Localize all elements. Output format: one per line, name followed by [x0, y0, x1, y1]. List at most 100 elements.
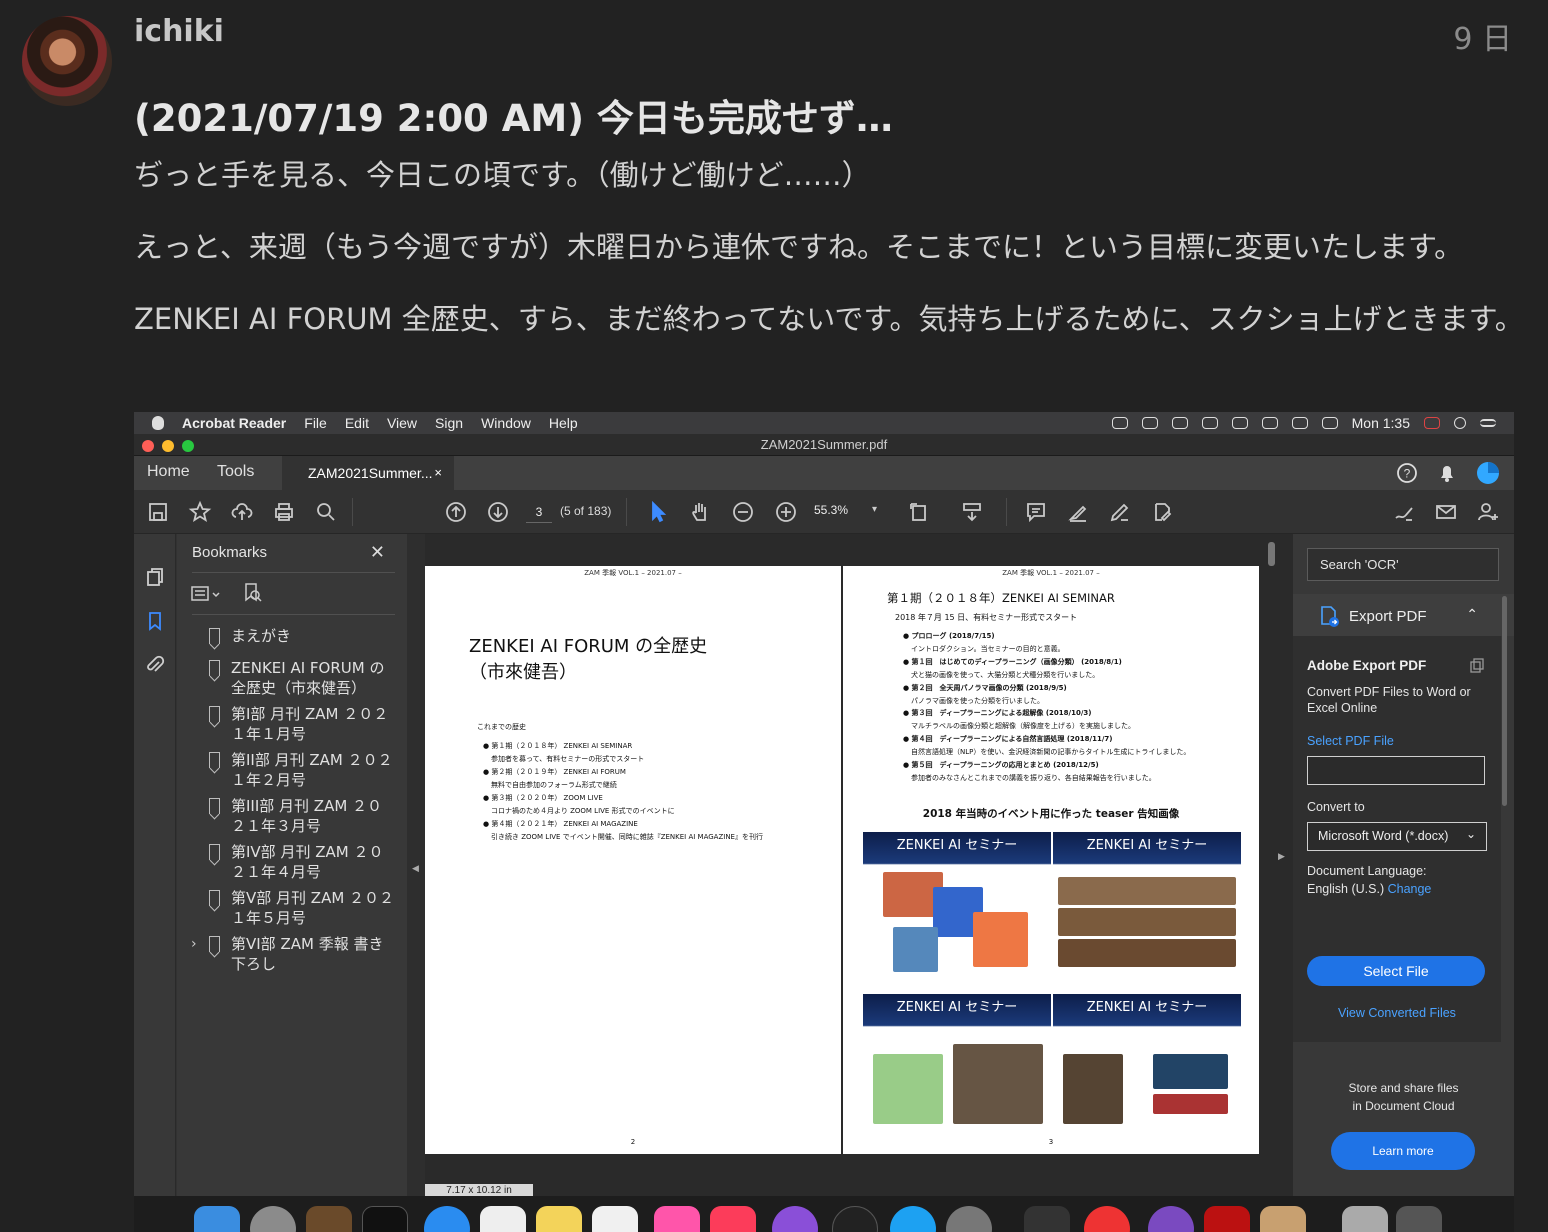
collapse-chevron-icon[interactable]: ⌃ [1466, 606, 1478, 623]
bookmark-item[interactable]: 第II部 月刊 ZAM ２０２１年２月号 [191, 750, 397, 790]
copy-icon[interactable] [1469, 658, 1485, 674]
document-scrollbar[interactable] [1268, 542, 1275, 566]
change-language-link[interactable]: Change [1388, 882, 1432, 896]
xcode-icon[interactable] [1024, 1206, 1070, 1232]
preview-icon[interactable] [1260, 1206, 1306, 1232]
notification-bell-icon[interactable] [1436, 462, 1458, 484]
embedded-screenshot[interactable]: Acrobat Reader File Edit View Sign Windo… [134, 412, 1514, 1232]
save-icon[interactable] [146, 500, 170, 524]
add-user-icon[interactable] [1476, 500, 1500, 524]
menu-view[interactable]: View [387, 415, 417, 431]
email-icon[interactable] [1434, 500, 1458, 524]
tools-pane-scrollbar[interactable] [1501, 594, 1509, 1042]
page-fit-icon[interactable] [908, 500, 932, 524]
tab-tools[interactable]: Tools [217, 463, 254, 481]
bluetooth-icon[interactable] [1201, 417, 1218, 429]
tab-document[interactable]: ZAM2021Summer... × [282, 456, 454, 490]
share-edit-icon[interactable] [1150, 500, 1174, 524]
upload-cloud-icon[interactable] [230, 500, 254, 524]
export-pdf-header[interactable]: Export PDF ⌃ [1293, 594, 1514, 636]
trash-icon[interactable] [1396, 1206, 1442, 1232]
menubar-clock[interactable]: Mon 1:35 [1352, 415, 1410, 431]
menu-app-name[interactable]: Acrobat Reader [182, 415, 286, 431]
zoom-dropdown-chevron-icon[interactable]: ▾ [872, 504, 896, 528]
expand-right-icon[interactable]: ▶ [1278, 852, 1285, 862]
highlight-pen-icon[interactable] [1066, 500, 1090, 524]
tab-home[interactable]: Home [147, 463, 190, 481]
pdf-page-2[interactable]: ZAM 季報 VOL.1 – 2021.07 – ZENKEI AI FORUM… [425, 566, 841, 1154]
bookmarks-close-icon[interactable]: ✕ [370, 542, 385, 563]
music-icon[interactable] [710, 1206, 756, 1232]
time-machine-icon[interactable] [1171, 417, 1188, 429]
menu-file[interactable]: File [304, 415, 327, 431]
zoom-in-icon[interactable] [774, 500, 798, 524]
pdf-page-3[interactable]: ZAM 季報 VOL.1 – 2021.07 – 第１期（２０１８年）ZENKE… [843, 566, 1259, 1154]
page-thumbnails-icon[interactable] [144, 566, 166, 588]
reminders-icon[interactable] [592, 1206, 638, 1232]
next-page-icon[interactable] [486, 500, 510, 524]
apple-icon[interactable] [152, 416, 164, 430]
memory-icon[interactable] [1231, 417, 1248, 429]
terminal-icon[interactable] [362, 1206, 408, 1232]
bookmarks-panel-icon[interactable] [144, 610, 166, 632]
panel-collapse-handle[interactable]: ◀ [407, 534, 425, 1232]
view-converted-files-link[interactable]: View Converted Files [1293, 1006, 1501, 1020]
fill-sign-icon[interactable] [1108, 500, 1132, 524]
selected-file-field[interactable] [1307, 756, 1485, 785]
select-file-button[interactable]: Select File [1307, 956, 1485, 986]
cloud-sync-icon[interactable] [1141, 417, 1158, 429]
help-icon[interactable]: ? [1396, 462, 1418, 484]
find-zoom-icon[interactable] [314, 500, 338, 524]
menu-sign[interactable]: Sign [435, 415, 463, 431]
us-flag-icon[interactable] [1424, 417, 1440, 429]
podcasts-icon[interactable] [772, 1206, 818, 1232]
twitter-icon[interactable] [890, 1206, 936, 1232]
print-icon[interactable] [272, 500, 296, 524]
menu-edit[interactable]: Edit [345, 415, 369, 431]
bookmark-item[interactable]: ZENKEI AI FORUM の全歴史（市來健吾） [191, 658, 397, 698]
page-number-input[interactable]: 3 [526, 501, 552, 523]
bookmark-item[interactable]: 第IV部 月刊 ZAM ２０２１年４月号 [191, 842, 397, 882]
find-bookmark-icon[interactable] [243, 582, 263, 604]
account-avatar-icon[interactable] [1476, 461, 1500, 485]
hand-tool-icon[interactable] [688, 500, 712, 524]
spotlight-search-icon[interactable] [1454, 417, 1466, 429]
previous-page-icon[interactable] [444, 500, 468, 524]
system-preferences-icon[interactable] [946, 1206, 992, 1232]
bookmark-options-icon[interactable] [191, 584, 225, 604]
bookmark-star-icon[interactable] [188, 500, 212, 524]
scroll-mode-icon[interactable] [960, 500, 984, 524]
menu-window[interactable]: Window [481, 415, 531, 431]
zoom-out-icon[interactable] [731, 500, 755, 524]
volume-icon[interactable] [1291, 417, 1308, 429]
launchpad-icon[interactable] [250, 1206, 296, 1232]
bookmark-item[interactable]: まえがき [191, 626, 397, 652]
post-date[interactable]: 9 日 [1453, 14, 1512, 58]
downloads-icon[interactable] [1342, 1206, 1388, 1232]
dock-app-icon[interactable] [832, 1206, 878, 1232]
notes-icon[interactable] [536, 1206, 582, 1232]
control-center-icon[interactable] [1480, 419, 1496, 427]
user-avatar[interactable] [22, 16, 112, 106]
bookmark-item[interactable]: 第V部 月刊 ZAM ２０２１年５月号 [191, 888, 397, 928]
collapse-left-icon[interactable]: ◀ [412, 864, 419, 874]
chrome-icon[interactable] [1084, 1206, 1130, 1232]
activity-monitor-icon[interactable] [306, 1206, 352, 1232]
acrobat-icon[interactable] [1204, 1206, 1250, 1232]
safari-icon[interactable] [424, 1206, 470, 1232]
expand-chevron-icon[interactable]: › [191, 934, 197, 954]
creative-cloud-icon[interactable] [1111, 417, 1128, 429]
photos-icon[interactable] [654, 1206, 700, 1232]
post-username[interactable]: ichiki [134, 14, 224, 49]
bookmark-item[interactable]: 第III部 月刊 ZAM ２０２１年３月号 [191, 796, 397, 836]
select-pdf-file-link[interactable]: Select PDF File [1307, 734, 1394, 748]
select-pointer-icon[interactable] [646, 500, 670, 524]
format-select[interactable]: Microsoft Word (*.docx) ⌄ [1307, 822, 1487, 851]
document-viewport[interactable]: ZAM 季報 VOL.1 – 2021.07 – ZENKEI AI FORUM… [425, 534, 1293, 1232]
bookmark-item[interactable]: › 第VI部 ZAM 季報 書き下ろし [191, 934, 397, 974]
comment-icon[interactable] [1024, 500, 1048, 524]
finder-icon[interactable] [194, 1206, 240, 1232]
wifi-icon[interactable] [1261, 417, 1278, 429]
zoom-level-value[interactable]: 55.3% [814, 503, 848, 517]
emacs-icon[interactable] [1148, 1206, 1194, 1232]
